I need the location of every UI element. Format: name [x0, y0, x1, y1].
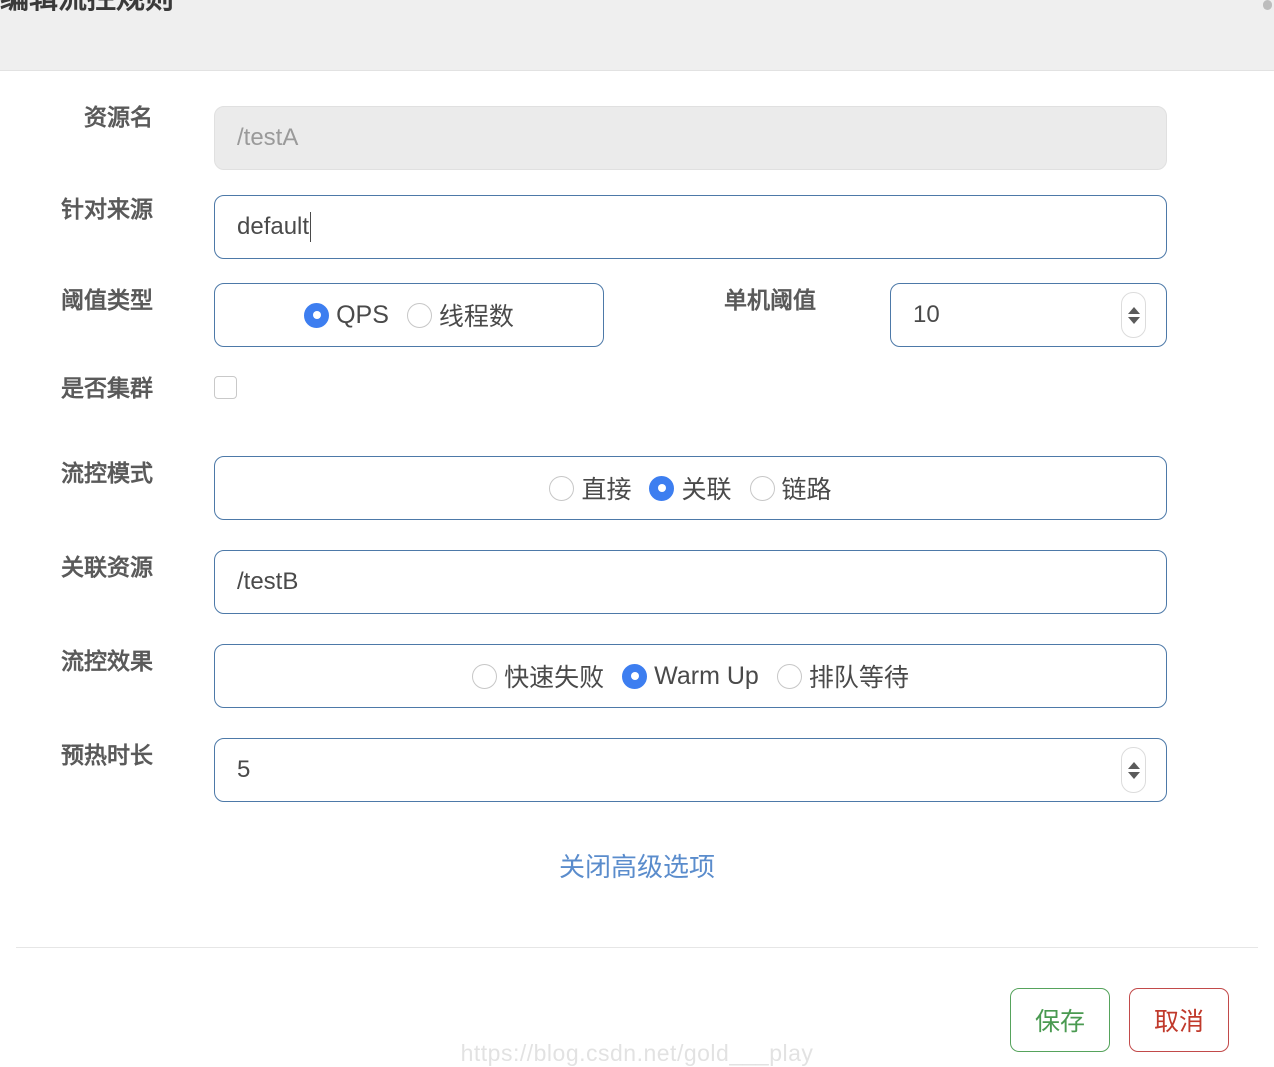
- dialog-footer: 保存 取消: [1010, 988, 1229, 1052]
- radio-flow-effect-warm-up[interactable]: Warm Up: [622, 662, 759, 691]
- form-row-flow-mode: 流控模式 直接 关联 链路: [0, 425, 1274, 520]
- form-row-is-cluster: 是否集群: [0, 349, 1274, 425]
- radio-label: 快速失败: [504, 664, 605, 692]
- radio-label: QPS: [336, 300, 389, 329]
- single-threshold-value: 10: [913, 301, 940, 328]
- radio-label: Warm Up: [654, 661, 759, 690]
- vertical-scrollbar-thumb[interactable]: [1263, 0, 1272, 10]
- label-is-cluster: 是否集群: [61, 375, 153, 401]
- chevron-down-icon[interactable]: [1127, 316, 1140, 324]
- label-origin: 针对来源: [61, 196, 153, 222]
- origin-value: default: [237, 213, 310, 240]
- radio-label: 链路: [781, 476, 832, 504]
- flow-effect-radio-group[interactable]: 快速失败 Warm Up 排队等待: [214, 644, 1167, 708]
- label-warmup-duration: 预热时长: [61, 742, 153, 768]
- radio-flow-effect-fail-fast[interactable]: 快速失败: [472, 658, 604, 694]
- radio-flow-mode-chain[interactable]: 链路: [749, 470, 832, 506]
- radio-threshold-threads[interactable]: 线程数: [406, 297, 514, 333]
- warmup-duration-value: 5: [237, 756, 251, 783]
- chevron-up-icon[interactable]: [1127, 761, 1140, 769]
- radio-flow-mode-direct[interactable]: 直接: [549, 470, 631, 506]
- chevron-up-icon[interactable]: [1127, 306, 1140, 314]
- radio-label: 直接: [581, 476, 632, 504]
- radio-label: 关联: [681, 476, 732, 504]
- radio-dot-icon: [749, 475, 775, 501]
- radio-dot-icon: [622, 663, 648, 689]
- flow-rule-form: 资源名 /testA 针对来源 default 阈值类型 QPS 线程数 单机阈…: [0, 71, 1274, 802]
- radio-dot-icon: [472, 663, 498, 689]
- ref-resource-input[interactable]: /testB: [214, 550, 1167, 614]
- flow-mode-radio-group[interactable]: 直接 关联 链路: [214, 456, 1167, 520]
- save-button[interactable]: 保存: [1010, 988, 1110, 1052]
- label-single-threshold: 单机阈值: [724, 287, 816, 313]
- label-flow-effect: 流控效果: [61, 648, 153, 674]
- single-threshold-input[interactable]: 10: [890, 283, 1167, 347]
- radio-dot-icon: [649, 475, 675, 501]
- threshold-type-radio-group[interactable]: QPS 线程数: [214, 283, 604, 347]
- warmup-duration-stepper[interactable]: [1121, 747, 1146, 793]
- toggle-advanced-options-link[interactable]: 关闭高级选项: [559, 852, 715, 882]
- form-row-ref-resource: 关联资源 /testB: [0, 519, 1274, 614]
- origin-input[interactable]: default: [214, 195, 1167, 259]
- cancel-button[interactable]: 取消: [1129, 988, 1229, 1052]
- radio-dot-icon: [406, 302, 432, 328]
- label-flow-mode: 流控模式: [61, 460, 153, 486]
- label-resource-name: 资源名: [84, 104, 153, 130]
- radio-flow-mode-associated[interactable]: 关联: [649, 470, 732, 506]
- radio-dot-icon: [549, 475, 575, 501]
- warmup-duration-input[interactable]: 5: [214, 738, 1167, 802]
- radio-label: 线程数: [438, 303, 514, 331]
- form-row-flow-effect: 流控效果 快速失败 Warm Up 排队等待: [0, 613, 1274, 708]
- radio-flow-effect-queue[interactable]: 排队等待: [776, 658, 909, 694]
- label-ref-resource: 关联资源: [61, 554, 153, 580]
- ref-resource-value: /testB: [237, 568, 299, 595]
- form-row-threshold-type: 阈值类型 QPS 线程数 单机阈值 10: [0, 255, 1274, 349]
- is-cluster-checkbox[interactable]: [214, 376, 237, 399]
- text-caret: [310, 212, 312, 242]
- radio-dot-icon: [304, 302, 330, 328]
- radio-dot-icon: [776, 663, 802, 689]
- page-title: 编辑流控规则: [0, 0, 174, 16]
- radio-label: 排队等待: [808, 664, 909, 692]
- form-row-origin: 针对来源 default: [0, 161, 1274, 259]
- single-threshold-stepper[interactable]: [1121, 292, 1146, 338]
- advanced-options-link-wrap: 关闭高级选项: [0, 847, 1274, 884]
- radio-threshold-qps[interactable]: QPS: [304, 301, 389, 330]
- dialog-header: 编辑流控规则: [0, 0, 1274, 71]
- label-threshold-type: 阈值类型: [61, 287, 153, 313]
- footer-divider: [16, 947, 1258, 948]
- resource-name-value: /testA: [237, 124, 299, 151]
- form-row-resource-name: 资源名 /testA: [0, 71, 1274, 170]
- chevron-down-icon[interactable]: [1127, 771, 1140, 779]
- form-row-warmup-duration: 预热时长 5: [0, 707, 1274, 802]
